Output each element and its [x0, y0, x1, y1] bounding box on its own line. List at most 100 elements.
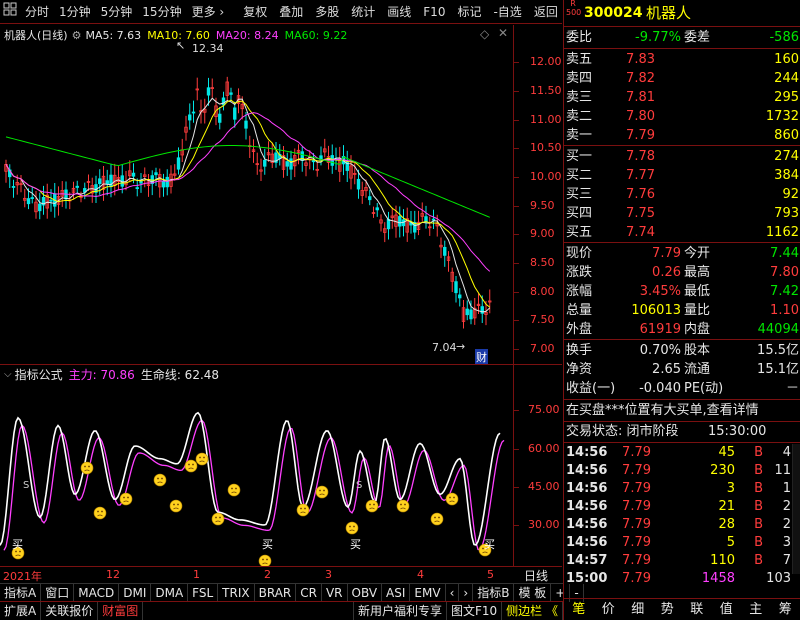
sad-face-eye: [300, 507, 302, 510]
sad-face-eye: [369, 503, 371, 506]
price-tick-label: 12.00: [530, 55, 562, 68]
period-1min[interactable]: 1分钟: [54, 0, 96, 24]
price-tick-label: 7.00: [530, 342, 555, 355]
overlay-button[interactable]: 叠加: [274, 0, 308, 24]
sell-marker: S: [356, 480, 362, 491]
sad-face-eye: [404, 503, 406, 506]
tab-obv[interactable]: OBV: [348, 583, 383, 602]
graphic-f10-link[interactable]: 图文F10: [447, 602, 503, 620]
bid-price: 7.77: [626, 168, 655, 183]
candle-body: [289, 158, 293, 170]
price-tick-label: 8.50: [530, 256, 555, 269]
sad-face-eye: [453, 496, 455, 499]
tick-volume: 3: [726, 481, 735, 496]
tab-dmi[interactable]: DMI: [119, 583, 152, 602]
indicator-panel[interactable]: ⌵ 指标公式 主力: 70.86 生命线: 62.48 买买买买SS 75.00…: [0, 365, 562, 566]
big-order-notice[interactable]: 在买盘***位置有大买单,查看详情: [564, 401, 800, 420]
tab-brar[interactable]: BRAR: [255, 583, 297, 602]
tick-direction: B: [754, 481, 763, 496]
tab-indicator-b[interactable]: 指标B: [473, 583, 515, 602]
sad-face-icon: [153, 473, 167, 487]
candle-body: [206, 87, 211, 96]
back-button[interactable]: 返回: [529, 0, 563, 24]
sad-face-icon: [184, 459, 198, 473]
period-intraday[interactable]: 分时: [20, 0, 54, 24]
sad-face-icon: [365, 499, 379, 513]
date-label: 2021年: [3, 570, 42, 583]
quote-tab[interactable]: 势: [653, 601, 683, 619]
tab-macd[interactable]: MACD: [74, 583, 120, 602]
stat-label: 内盘: [684, 322, 711, 337]
tick-scrollbar[interactable]: [792, 444, 800, 574]
kline-chart-panel[interactable]: 机器人(日线) ⚙ MA5: 7.63 MA10: 7.60 MA20: 8.2…: [0, 25, 562, 365]
multi-stock-button[interactable]: 多股: [310, 0, 344, 24]
tab-cr[interactable]: CR: [296, 583, 322, 602]
new-user-benefit-link[interactable]: 新用户福利专享: [352, 602, 447, 620]
tick-count: 11: [774, 463, 791, 478]
f10-button[interactable]: F10: [418, 0, 450, 24]
sad-face-eye: [353, 525, 355, 528]
sad-face-eye: [323, 489, 325, 492]
tab-indicator-a[interactable]: 指标A: [0, 583, 42, 602]
big-order-notice-text[interactable]: 在买盘***位置有大买单,查看详情: [566, 401, 759, 420]
stat-value: 15.5亿: [757, 343, 799, 358]
quote-tab[interactable]: 筹: [771, 601, 800, 619]
tab-vr[interactable]: VR: [322, 583, 348, 602]
tab-trix[interactable]: TRIX: [218, 583, 255, 602]
statistics-button[interactable]: 统计: [346, 0, 380, 24]
tick-direction: B: [754, 445, 763, 460]
stat-value: 61919: [639, 322, 681, 337]
tab-fsl[interactable]: FSL: [188, 583, 219, 602]
period-mode-label[interactable]: 日线: [524, 567, 548, 584]
quote-tab[interactable]: 联: [682, 601, 712, 619]
draw-line-button[interactable]: 画线: [382, 0, 416, 24]
tab-extension-a[interactable]: 扩展A: [0, 602, 42, 620]
tick-price: 7.79: [622, 535, 651, 550]
tab-wealth-chart[interactable]: 财富图: [98, 602, 144, 620]
bid-row: 买一 7.78 274: [564, 147, 800, 166]
ask-row: 卖二 7.80 1732: [564, 107, 800, 126]
tab-scroll-left[interactable]: ‹: [446, 583, 460, 602]
grid-icon[interactable]: [0, 0, 20, 24]
tick-direction: B: [754, 535, 763, 550]
sad-face-icon: [93, 506, 107, 520]
stat-label: PE(动): [684, 381, 724, 396]
weibi-row: 委比 -9.77% 委差 -586: [564, 28, 800, 47]
tab-related-quotes[interactable]: 关联报价: [41, 602, 99, 620]
quote-tab[interactable]: 笔: [564, 601, 594, 619]
quote-tab[interactable]: 细: [623, 601, 653, 619]
tab-template[interactable]: 模 板: [514, 583, 552, 602]
quote-tab[interactable]: 价: [594, 601, 624, 619]
indicator-tab-bar: 指标A 窗口 MACD DMI DMA FSL TRIX BRAR CR VR …: [0, 583, 584, 602]
sidebar-toggle[interactable]: 侧边栏 《: [502, 602, 563, 620]
tab-asi[interactable]: ASI: [382, 583, 411, 602]
sad-face-icon: [396, 499, 410, 513]
tab-emv[interactable]: EMV: [410, 583, 446, 602]
quote-tab[interactable]: 值: [712, 601, 742, 619]
bid-label: 买四: [566, 206, 593, 221]
restore-rights-button[interactable]: 复权: [238, 0, 272, 24]
trade-status-label: 交易状态: 闭市阶段: [566, 424, 679, 439]
bid-volume: 92: [782, 187, 799, 202]
tick-direction: B: [754, 517, 763, 532]
quote-tab[interactable]: 主: [741, 601, 771, 619]
tab-window[interactable]: 窗口: [41, 583, 75, 602]
mark-button[interactable]: 标记: [452, 0, 486, 24]
stat-value: 0.70%: [639, 343, 681, 358]
weicha-value: -586: [769, 30, 799, 45]
tab-scroll-right[interactable]: ›: [459, 583, 474, 602]
remove-watchlist-button[interactable]: -自选: [488, 0, 526, 24]
stock-title-row: R 500 300024 机器人: [564, 0, 800, 24]
price-tick-mark: [514, 120, 519, 121]
period-15min[interactable]: 15分钟: [137, 0, 186, 24]
sad-face-eye: [266, 558, 268, 561]
candle-body: [465, 308, 469, 316]
finance-report-badge[interactable]: 财: [475, 349, 488, 365]
high-price-arrow: ↖: [176, 39, 186, 52]
period-5min[interactable]: 5分钟: [96, 0, 138, 24]
weicha-label: 委差: [684, 30, 711, 45]
stat-value: 0.26: [652, 265, 681, 280]
grid-icon-svg: [3, 2, 17, 15]
period-more[interactable]: 更多 ›: [187, 0, 230, 24]
tab-dma[interactable]: DMA: [151, 583, 189, 602]
